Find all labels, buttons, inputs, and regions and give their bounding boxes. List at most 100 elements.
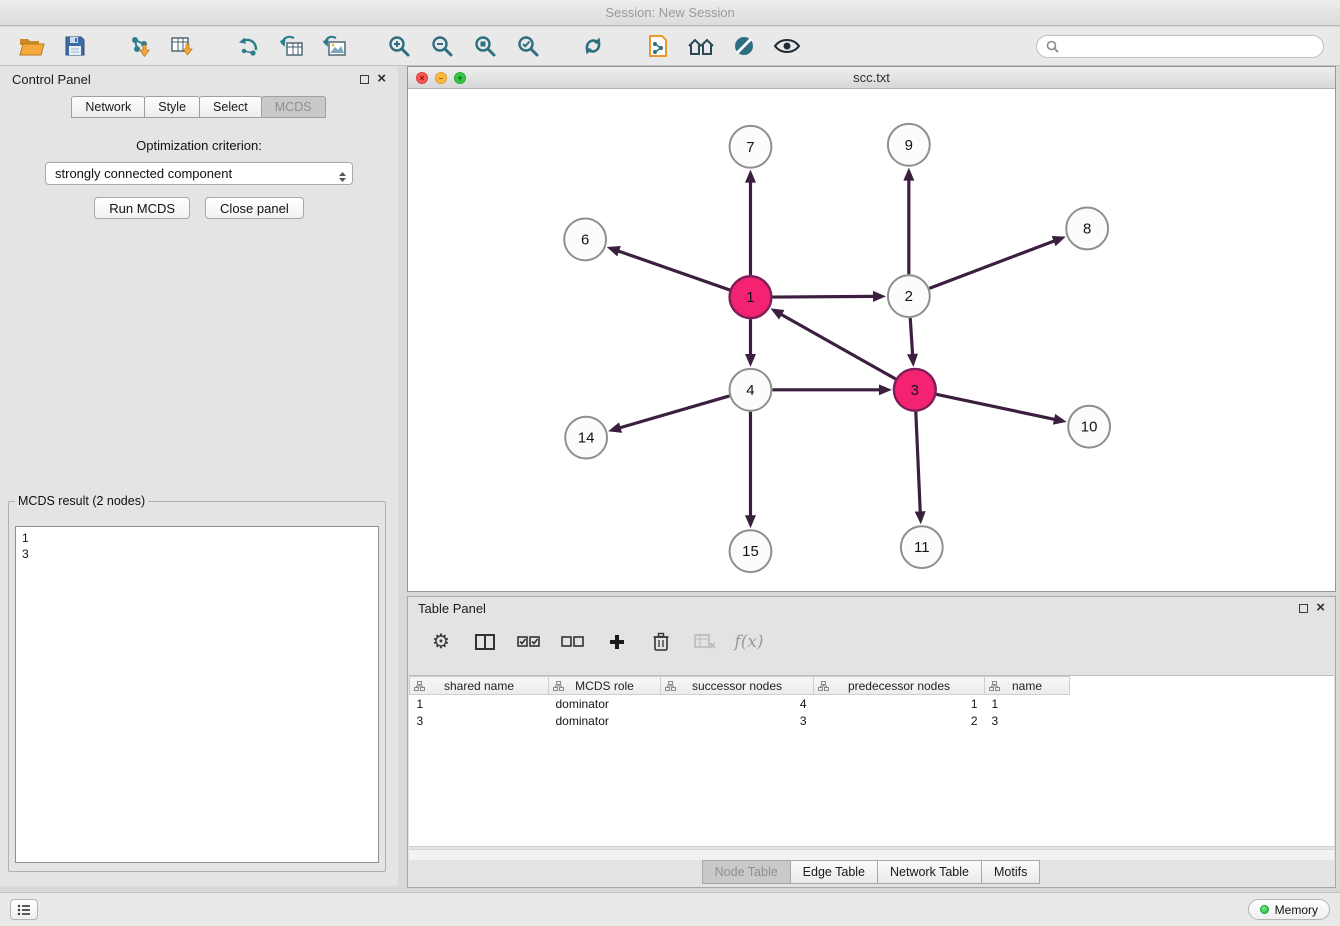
graph-node-label: 1: [746, 289, 754, 306]
minimize-network-button[interactable]: –: [435, 72, 447, 84]
table-cell[interactable]: dominator: [549, 712, 661, 729]
mcds-result-line: 1: [22, 530, 372, 546]
table-cell[interactable]: 4: [661, 695, 814, 713]
column-header-mcds-role[interactable]: MCDS role: [549, 677, 661, 695]
new-network-button[interactable]: [232, 30, 264, 62]
close-table-panel-icon[interactable]: ×: [1316, 602, 1325, 614]
show-columns-button[interactable]: [472, 629, 498, 655]
zoom-selected-button[interactable]: [512, 30, 544, 62]
table-cell[interactable]: 1: [410, 695, 549, 713]
show-hide-details-button[interactable]: [771, 30, 803, 62]
graph-edge-2-8[interactable]: [929, 240, 1055, 288]
optimization-dropdown-value: strongly connected component: [55, 166, 232, 181]
control-panel: Control Panel × NetworkStyleSelectMCDS O…: [0, 66, 398, 886]
search-field[interactable]: [1036, 35, 1324, 58]
select-all-columns-button[interactable]: [516, 629, 542, 655]
column-header-predecessor-nodes[interactable]: predecessor nodes: [814, 677, 985, 695]
export-image-button[interactable]: [318, 30, 350, 62]
tab-edge-table[interactable]: Edge Table: [790, 860, 878, 884]
graph-node-label: 7: [746, 139, 754, 156]
table-horizontal-scrollbar[interactable]: [409, 849, 1334, 860]
column-header-shared-name[interactable]: shared name: [410, 677, 549, 695]
table-cell[interactable]: 1: [814, 695, 985, 713]
save-session-button[interactable]: [59, 30, 91, 62]
float-table-panel-icon[interactable]: [1299, 604, 1308, 613]
graph-edge-1-2[interactable]: [772, 296, 875, 297]
new-table-button[interactable]: [275, 30, 307, 62]
zoom-fit-button[interactable]: [469, 30, 501, 62]
status-bar: Memory: [0, 892, 1340, 926]
graph-node-label: 15: [742, 543, 759, 560]
table-cell[interactable]: dominator: [549, 695, 661, 713]
graph-edge-3-10[interactable]: [936, 394, 1056, 419]
application-window: Session: New Session: [0, 0, 1340, 926]
unchecked-boxes-icon: [561, 635, 585, 649]
search-input[interactable]: [1064, 38, 1314, 55]
houses-icon: [686, 34, 716, 58]
refresh-button[interactable]: [577, 30, 609, 62]
tab-motifs[interactable]: Motifs: [981, 860, 1040, 884]
network-canvas[interactable]: 7968124314101511: [408, 89, 1335, 591]
first-neighbors-button[interactable]: [642, 30, 674, 62]
graph-edge-4-14[interactable]: [619, 396, 730, 428]
refresh-icon: [581, 34, 605, 58]
table-cell[interactable]: 1: [985, 695, 1070, 713]
table-settings-button[interactable]: ⚙: [428, 629, 454, 655]
show-panels-button[interactable]: [10, 899, 38, 920]
window-controls: × – +: [416, 72, 466, 84]
add-column-button[interactable]: [604, 629, 630, 655]
float-panel-icon[interactable]: [360, 75, 369, 84]
open-session-button[interactable]: [16, 30, 48, 62]
first-neighbors-icon: [646, 34, 670, 58]
column-header-filler: [1070, 677, 1335, 695]
new-network-icon: [236, 34, 260, 58]
table-cell[interactable]: 2: [814, 712, 985, 729]
graph-edge-1-6[interactable]: [617, 251, 730, 290]
table-row[interactable]: 1dominator411: [410, 695, 1335, 713]
table-cell[interactable]: 3: [985, 712, 1070, 729]
graph-edge-arrowhead: [903, 168, 914, 181]
table-row[interactable]: 3dominator323: [410, 712, 1335, 729]
table-toolbar: ⚙ f(x): [408, 619, 1335, 665]
zoom-in-button[interactable]: [383, 30, 415, 62]
close-panel-button[interactable]: Close panel: [205, 197, 304, 219]
graph-edge-3-11[interactable]: [916, 412, 921, 514]
window-title: Session: New Session: [605, 5, 734, 20]
run-mcds-button[interactable]: Run MCDS: [94, 197, 190, 219]
graph-edge-3-1[interactable]: [780, 314, 896, 379]
close-panel-icon[interactable]: ×: [377, 73, 386, 85]
column-header-name[interactable]: name: [985, 677, 1070, 695]
graph-edge-arrowhead: [873, 291, 886, 302]
memory-button[interactable]: Memory: [1248, 899, 1330, 920]
import-network-from-file-button[interactable]: [124, 30, 156, 62]
tab-style[interactable]: Style: [144, 96, 200, 118]
column-header-successor-nodes[interactable]: successor nodes: [661, 677, 814, 695]
tab-network[interactable]: Network: [71, 96, 145, 118]
close-network-button[interactable]: ×: [416, 72, 428, 84]
dropdown-arrows-icon: [338, 168, 347, 189]
delete-column-button[interactable]: [648, 629, 674, 655]
paint-icon: [732, 34, 756, 58]
zoom-out-button[interactable]: [426, 30, 458, 62]
network-overview-button[interactable]: [685, 30, 717, 62]
memory-label: Memory: [1275, 903, 1318, 917]
graph-edge-arrowhead: [607, 246, 621, 256]
paint-button[interactable]: [728, 30, 760, 62]
tab-mcds[interactable]: MCDS: [261, 96, 326, 118]
tab-select[interactable]: Select: [199, 96, 262, 118]
graph-node-label: 11: [914, 539, 930, 556]
tab-network-table[interactable]: Network Table: [877, 860, 982, 884]
tab-node-table[interactable]: Node Table: [702, 860, 791, 884]
graph-edge-2-3[interactable]: [910, 318, 912, 356]
network-window-titlebar[interactable]: × – + scc.txt: [408, 67, 1335, 89]
graph-edge-arrowhead: [1053, 414, 1067, 425]
optimization-dropdown[interactable]: strongly connected component: [45, 162, 353, 185]
table-cell[interactable]: 3: [410, 712, 549, 729]
table-panel-tabs: Node TableEdge TableNetwork TableMotifs: [408, 860, 1335, 884]
graph-node-label: 6: [581, 231, 589, 248]
table-cell[interactable]: 3: [661, 712, 814, 729]
unselect-all-columns-button[interactable]: [560, 629, 586, 655]
table-cell-filler: [1070, 712, 1335, 729]
import-table-from-file-button[interactable]: [167, 30, 199, 62]
maximize-network-button[interactable]: +: [454, 72, 466, 84]
